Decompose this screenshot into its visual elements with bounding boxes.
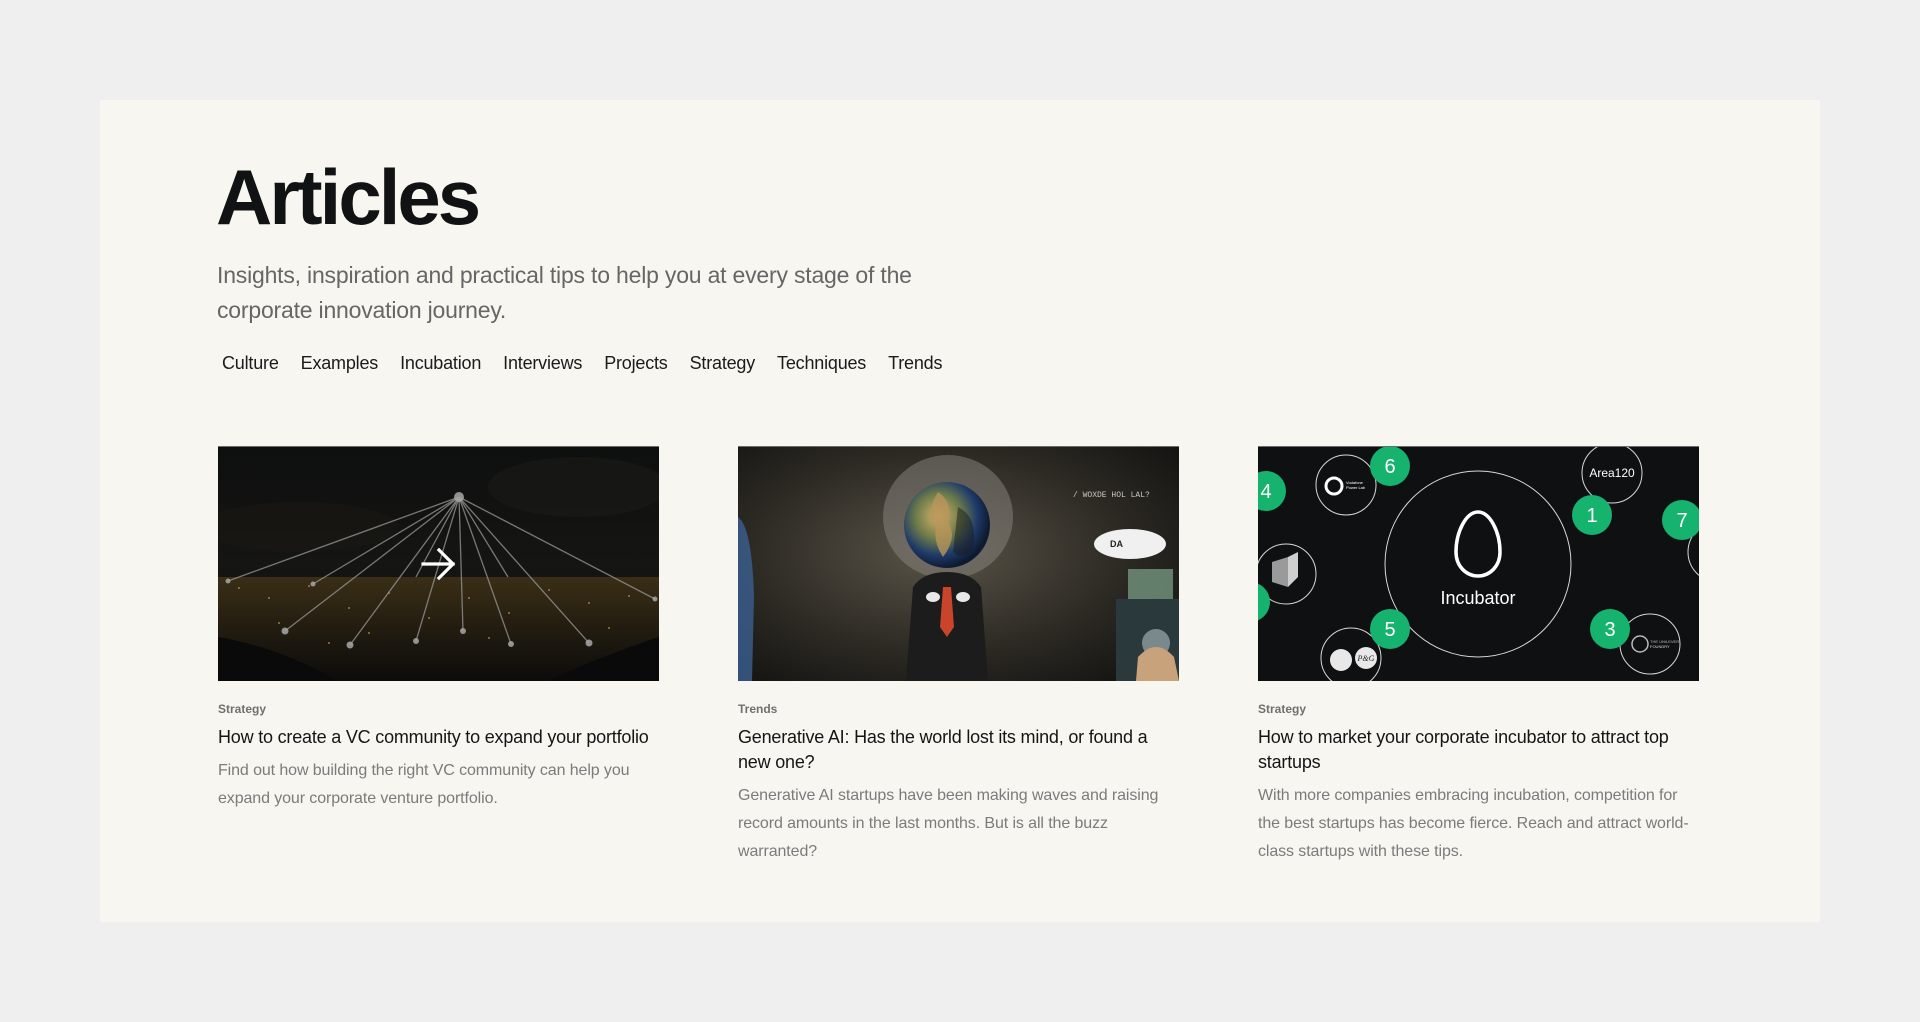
tag-techniques[interactable]: Techniques xyxy=(772,349,871,378)
tag-interviews[interactable]: Interviews xyxy=(498,349,587,378)
svg-text:P&G: P&G xyxy=(1357,654,1375,663)
logo-area120: Area120 xyxy=(1589,466,1635,480)
article-image-globe-head[interactable]: / WOXDE HOL LAL? DA xyxy=(738,446,1179,681)
tag-incubation[interactable]: Incubation xyxy=(395,349,486,378)
globe-head-man-illustration: / WOXDE HOL LAL? DA xyxy=(738,447,1179,681)
tag-culture[interactable]: Culture xyxy=(217,349,284,378)
article-title[interactable]: How to create a VC community to expand y… xyxy=(218,725,659,750)
article-category: Trends xyxy=(738,702,778,716)
incubator-label: Incubator xyxy=(1440,588,1515,608)
tag-trends[interactable]: Trends xyxy=(883,349,947,378)
svg-text:7: 7 xyxy=(1676,510,1687,532)
tag-examples[interactable]: Examples xyxy=(296,349,383,378)
article-card[interactable]: / WOXDE HOL LAL? DA Trends Generative AI… xyxy=(738,446,1179,866)
article-card[interactable]: Incubator Area120 Vodafone Power Lab P&G… xyxy=(1258,446,1699,866)
article-title[interactable]: How to market your corporate incubator t… xyxy=(1258,725,1699,775)
page-title: Articles xyxy=(216,153,481,241)
tag-projects[interactable]: Projects xyxy=(599,349,672,378)
svg-text:DA: DA xyxy=(1110,539,1123,549)
article-title[interactable]: Generative AI: Has the world lost its mi… xyxy=(738,725,1179,775)
city-network-illustration xyxy=(218,447,659,681)
svg-text:FOUNDRY: FOUNDRY xyxy=(1650,644,1670,649)
article-description: Generative AI startups have been making … xyxy=(738,787,1159,860)
cube-logo-icon xyxy=(1272,557,1288,587)
category-filter-nav: Culture Examples Incubation Interviews P… xyxy=(217,349,959,378)
incubator-diagram: Incubator Area120 Vodafone Power Lab P&G… xyxy=(1258,447,1699,681)
article-description: With more companies embracing incubation… xyxy=(1258,787,1689,860)
svg-text:3: 3 xyxy=(1604,619,1615,641)
v-logo-icon xyxy=(1330,649,1352,671)
article-image-network-city[interactable] xyxy=(218,446,659,681)
article-category: Strategy xyxy=(218,702,267,716)
article-card[interactable]: Strategy How to create a VC community to… xyxy=(218,446,659,866)
svg-text:Power Lab: Power Lab xyxy=(1346,485,1366,490)
svg-text:5: 5 xyxy=(1384,619,1395,641)
svg-text:1: 1 xyxy=(1586,505,1597,527)
article-description: Find out how building the right VC commu… xyxy=(218,762,630,807)
svg-text:4: 4 xyxy=(1260,481,1271,503)
article-category: Strategy xyxy=(1258,702,1307,716)
article-card-list: Strategy How to create a VC community to… xyxy=(218,446,1699,866)
tag-strategy[interactable]: Strategy xyxy=(685,349,760,378)
svg-text:6: 6 xyxy=(1384,456,1395,478)
page-subtitle: Insights, inspiration and practical tips… xyxy=(217,262,912,323)
article-image-incubator-diagram[interactable]: Incubator Area120 Vodafone Power Lab P&G… xyxy=(1258,446,1699,681)
image-caption-text: / WOXDE HOL LAL? xyxy=(1073,491,1150,500)
articles-section: Articles Insights, inspiration and pract… xyxy=(100,100,1820,922)
